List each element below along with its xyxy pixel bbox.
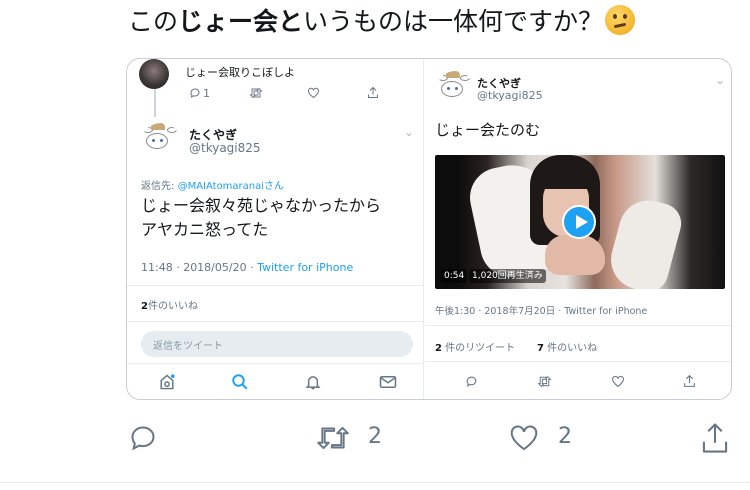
reply-to-handle[interactable]: @MAIAtomaranai	[178, 181, 264, 192]
author-avatar[interactable]	[141, 123, 181, 163]
thread-line	[154, 89, 156, 117]
parent-reply-count: 1	[203, 87, 210, 100]
divider	[425, 361, 731, 362]
reply-placeholder: 返信をツイート	[153, 341, 223, 352]
reply-input[interactable]: 返信をツイート	[141, 331, 413, 357]
divider	[127, 363, 424, 364]
video-player[interactable]: 0:54 1,020回再生済み	[435, 155, 725, 289]
likes-count: 2	[141, 301, 148, 312]
author-handle[interactable]: @tkyagi825	[477, 89, 543, 102]
share-icon[interactable]	[367, 86, 379, 99]
tweet-client[interactable]: Twitter for iPhone	[257, 261, 353, 274]
reply-icon[interactable]	[128, 424, 158, 452]
home-icon[interactable]	[159, 373, 175, 391]
retweet-icon[interactable]	[249, 87, 263, 99]
tweet-body-line-2: アヤカニ怒ってた	[141, 220, 269, 239]
video-views: 1,020回再生済み	[469, 269, 546, 283]
reply-icon[interactable]	[189, 87, 201, 99]
play-icon[interactable]	[562, 205, 596, 239]
left-tweet-pane: じょー会取りこぼしよ 1 たくやぎ @tkyagi825 ⌄ 返信先: @MAI…	[127, 59, 424, 399]
like-icon[interactable]	[611, 375, 625, 388]
like-count: 2	[558, 424, 572, 449]
headline-prefix: この	[128, 7, 179, 36]
retweet-icon[interactable]	[314, 426, 352, 450]
notifications-icon[interactable]	[305, 373, 321, 391]
right-tweet-pane: たくやぎ @tkyagi825 ⌄ じょー会たのむ 0:54 1,020回再生済…	[425, 59, 731, 399]
retweets-label: 件のリツイート	[445, 343, 516, 354]
video-frame-pillow	[604, 193, 686, 289]
author-avatar[interactable]	[437, 71, 473, 107]
headline-suffix: いうものは一体何ですか？	[303, 7, 604, 36]
headline: このじょー会というものは一体何ですか？	[128, 4, 636, 40]
like-icon[interactable]	[307, 87, 320, 99]
tweet-timestamp: 11:48 · 2018/05/20 ·	[141, 261, 258, 274]
search-icon[interactable]	[231, 373, 249, 391]
parent-avatar[interactable]	[139, 59, 169, 89]
likes-count: 7	[537, 343, 544, 354]
like-icon[interactable]	[508, 424, 540, 452]
headline-bold-term: じょー会	[178, 7, 279, 36]
likes-stat[interactable]: 2件のいいね	[141, 297, 198, 312]
share-icon[interactable]	[700, 422, 730, 454]
divider	[0, 482, 750, 483]
reply-icon[interactable]	[465, 375, 478, 388]
headline-bold-particle: と	[278, 7, 304, 36]
reply-to-label: 返信先:	[141, 181, 178, 192]
author-handle[interactable]: @tkyagi825	[189, 141, 261, 155]
chevron-down-icon[interactable]: ⌄	[715, 73, 725, 87]
retweets-stat[interactable]: 2 件のリツイート	[435, 339, 515, 354]
chevron-down-icon[interactable]: ⌄	[404, 125, 414, 139]
reply-to-line: 返信先: @MAIAtomaranaiさん	[141, 177, 284, 192]
parent-tweet-text: じょー会取りこぼしよ	[185, 66, 295, 79]
likes-stat[interactable]: 7 件のいいね	[537, 339, 597, 354]
likes-label: 件のいいね	[147, 301, 198, 312]
tweet-body-line-1: じょー会叙々苑じゃなかったから	[141, 196, 382, 215]
tweet-meta: 11:48 · 2018/05/20 · Twitter for iPhone	[141, 261, 353, 274]
video-frame-bangs	[539, 169, 593, 189]
share-icon[interactable]	[683, 374, 696, 388]
likes-label: 件のいいね	[547, 343, 598, 354]
tweet-timestamp: 午後1:30 · 2018年7月20日 · Twitter for iPhone	[435, 306, 648, 317]
embedded-screenshot-frame: じょー会取りこぼしよ 1 たくやぎ @tkyagi825 ⌄ 返信先: @MAI…	[126, 58, 732, 400]
divider	[425, 325, 731, 326]
retweets-count: 2	[435, 343, 442, 354]
messages-icon[interactable]	[379, 375, 397, 389]
video-duration: 0:54	[441, 269, 468, 283]
divider	[127, 285, 424, 286]
retweet-count: 2	[368, 424, 382, 449]
tweet-body: じょー会たのむ	[435, 121, 541, 139]
reply-to-suffix: さん	[264, 181, 285, 192]
video-frame-hand	[545, 235, 605, 275]
divider	[127, 321, 424, 322]
thinking-emoji-icon	[605, 5, 636, 35]
retweet-icon[interactable]	[537, 375, 552, 388]
